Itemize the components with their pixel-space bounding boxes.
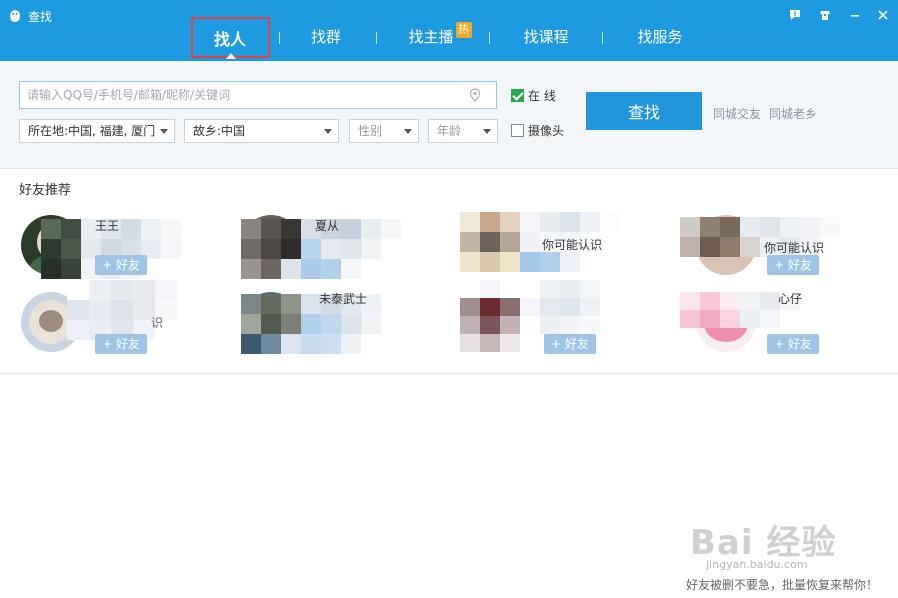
online-label: 在 线 — [528, 89, 556, 103]
chevron-down-icon — [404, 129, 412, 134]
search-input[interactable] — [19, 81, 497, 109]
minimize-icon[interactable] — [848, 8, 862, 22]
chevron-down-icon — [324, 129, 332, 134]
section-title: 好友推荐 — [19, 183, 72, 198]
tab-label: 找服务 — [637, 28, 683, 46]
active-tab-pointer — [226, 53, 236, 59]
friend-name: 心仔 — [778, 292, 803, 306]
friend-card: 心仔 + 好友 — [680, 292, 880, 356]
close-icon[interactable] — [876, 8, 890, 22]
hometown-value: 故乡:中国 — [193, 124, 246, 138]
add-friend-button[interactable]: + 好友 — [767, 255, 819, 275]
tab-divider — [279, 32, 280, 44]
watermark-url: jingyan.baidu.com — [706, 558, 808, 571]
search-button[interactable]: 查找 — [586, 92, 702, 130]
add-friend-button[interactable]: + 好友 — [544, 334, 596, 354]
baidu-watermark-logo: Bai 经验 — [690, 523, 837, 563]
friend-card: 夏从 — [241, 215, 441, 279]
friend-card: 你可能认识 — [460, 212, 660, 276]
tab-find-streamers[interactable]: 找主播 热 — [395, 18, 485, 58]
chevron-down-icon — [483, 129, 491, 134]
feedback-icon[interactable] — [788, 8, 802, 22]
age-value: 年龄 — [437, 124, 462, 138]
friend-name: 未泰武士 — [319, 292, 368, 306]
gender-select[interactable]: 性别 — [349, 119, 419, 143]
friend-card: 未泰武士 — [241, 292, 441, 356]
chevron-down-icon — [160, 129, 168, 134]
blurred-mosaic — [460, 280, 620, 352]
friend-card: + 好友 — [460, 280, 660, 354]
add-friend-button[interactable]: + 好友 — [95, 255, 147, 275]
tab-label: 找群 — [310, 28, 341, 46]
camera-label: 摄像头 — [528, 124, 565, 138]
hot-badge: 热 — [455, 22, 472, 38]
active-tab-highlight-box — [191, 17, 270, 58]
hometown-friends-link[interactable]: 同城老乡 — [769, 105, 817, 122]
local-dating-link[interactable]: 同城交友 — [713, 105, 761, 122]
gender-value: 性别 — [358, 124, 383, 138]
online-checkbox[interactable] — [511, 89, 524, 102]
tab-find-groups[interactable]: 找群 — [286, 18, 366, 58]
promo-caption: 好友被删不要急，批量恢复来帮你！ — [685, 578, 878, 592]
qq-penguin-icon — [10, 10, 20, 22]
blurred-mosaic — [680, 292, 840, 328]
friend-name: 王王 — [95, 219, 120, 233]
friend-card: 王王 + 好友 — [21, 215, 221, 279]
location-select[interactable]: 所在地:中国, 福建, 厦门 — [19, 119, 175, 143]
camera-checkbox[interactable] — [511, 124, 524, 137]
age-select[interactable]: 年龄 — [428, 119, 498, 143]
friend-note: 你可能认识 — [764, 241, 825, 255]
tab-find-courses[interactable]: 找课程 — [506, 18, 586, 58]
tab-divider — [602, 32, 603, 44]
add-friend-button[interactable]: + 好友 — [767, 334, 819, 354]
window-title: 查找 — [28, 10, 53, 24]
friend-name: 夏从 — [315, 219, 340, 233]
location-value: 所在地:中国, 福建, 厦门 — [28, 124, 156, 138]
location-pin-icon[interactable] — [469, 88, 481, 102]
title-bar: 查找 找人 找群 找主播 热 找课程 找服务 — [0, 0, 898, 61]
skin-icon[interactable] — [818, 8, 832, 22]
friend-note: 你可能认识 — [542, 238, 603, 252]
friend-card: 识 + 好友 — [21, 280, 221, 356]
friend-note: 识 — [151, 316, 164, 330]
tab-divider — [489, 32, 490, 44]
tab-find-services[interactable]: 找服务 — [620, 18, 700, 58]
hometown-select[interactable]: 故乡:中国 — [184, 119, 339, 143]
friend-card: 你可能认识 + 好友 — [680, 215, 880, 279]
blurred-mosaic — [67, 280, 177, 340]
search-panel: 在 线 摄像头 所在地:中国, 福建, 厦门 故乡:中国 性别 年龄 查找 同城… — [0, 61, 898, 169]
tab-label: 找课程 — [523, 28, 569, 46]
tab-divider — [376, 32, 377, 44]
section-divider — [0, 373, 898, 374]
tab-label: 找主播 — [408, 28, 454, 46]
add-friend-button[interactable]: + 好友 — [95, 334, 147, 354]
find-window: 查找 找人 找群 找主播 热 找课程 找服务 请输入QQ号/手机号/邮箱/昵称/… — [0, 0, 898, 598]
